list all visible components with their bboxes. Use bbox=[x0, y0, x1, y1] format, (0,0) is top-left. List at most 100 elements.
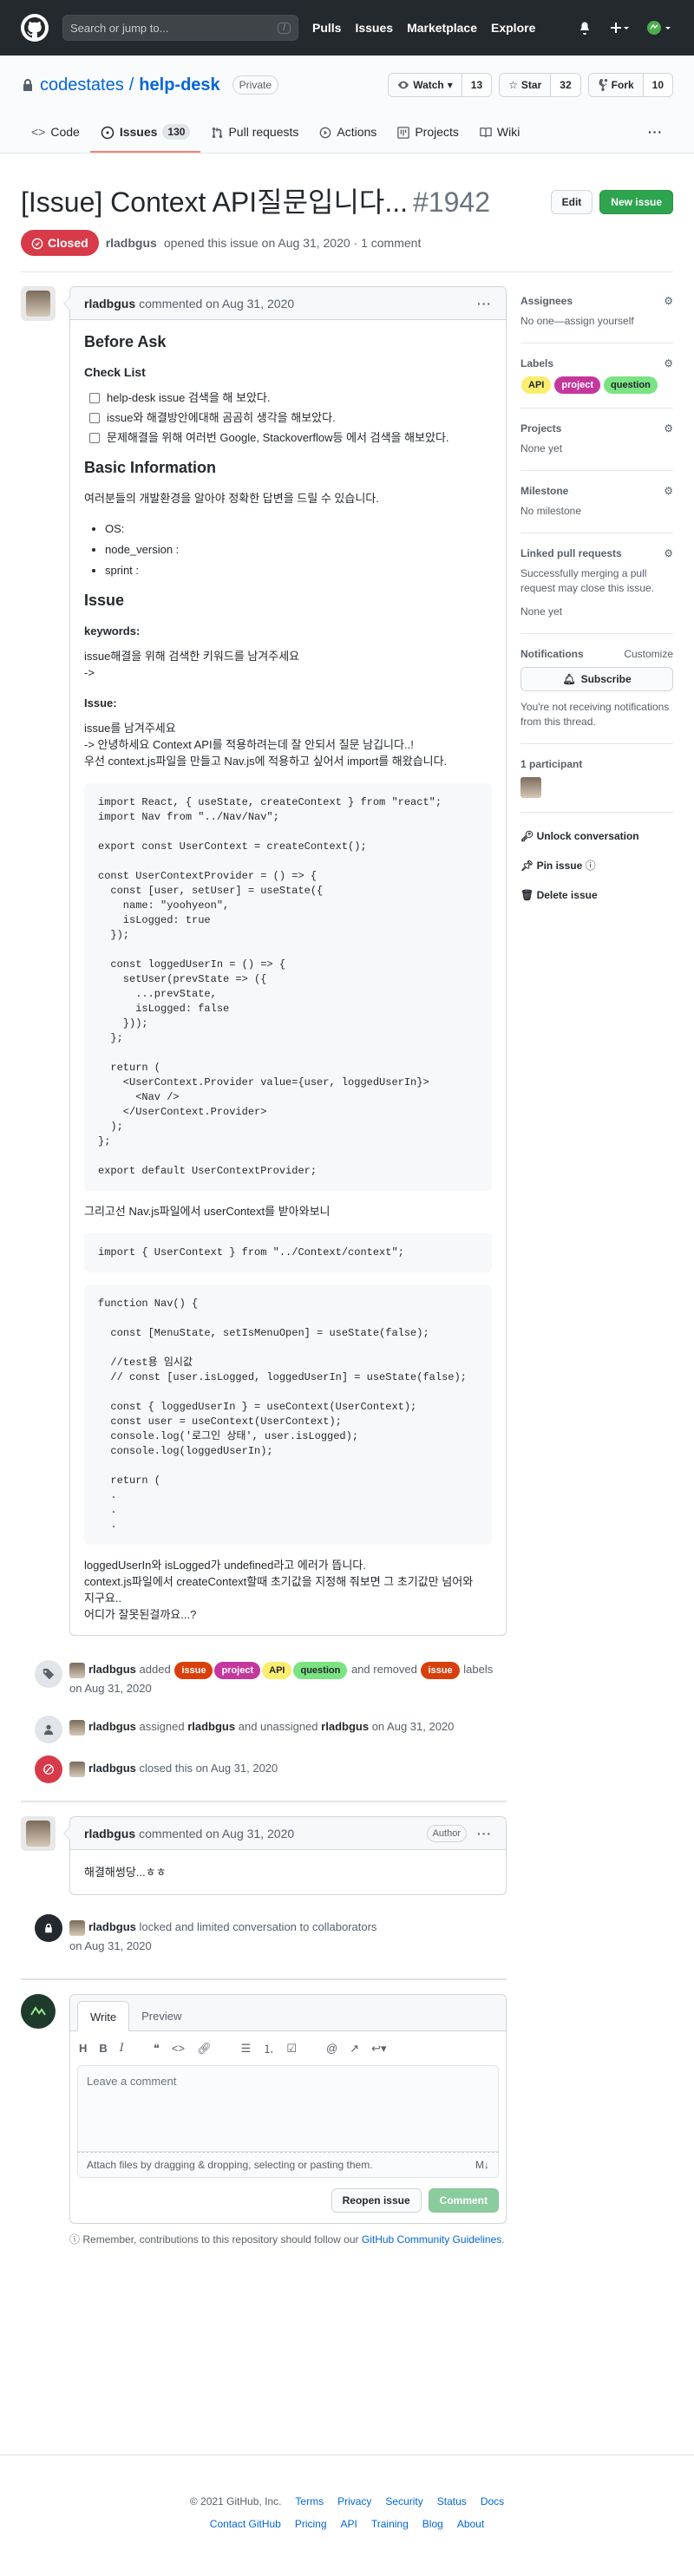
watch-button[interactable]: Watch ▾ bbox=[389, 74, 462, 96]
more-menu-icon[interactable]: ··· bbox=[638, 113, 673, 153]
nav-issues[interactable]: Issues bbox=[355, 21, 393, 35]
info-icon[interactable]: ⓘ bbox=[586, 860, 596, 872]
task-checkbox[interactable] bbox=[89, 392, 100, 403]
fork-button[interactable]: Fork bbox=[588, 74, 644, 96]
comment-date[interactable]: commented on Aug 31, 2020 bbox=[139, 1827, 294, 1840]
tab-preview[interactable]: Preview bbox=[129, 2001, 193, 2030]
tab-write[interactable]: Write bbox=[77, 2001, 130, 2031]
mention-icon[interactable]: @ bbox=[326, 2042, 337, 2055]
footer-link-blog[interactable]: Blog bbox=[422, 2518, 443, 2530]
tab-projects[interactable]: Projects bbox=[387, 113, 469, 153]
saved-replies-icon[interactable]: ↩▾ bbox=[371, 2042, 386, 2056]
comment-options-icon[interactable]: ··· bbox=[477, 297, 492, 311]
gear-icon[interactable]: ⚙ bbox=[664, 485, 673, 497]
task-checkbox[interactable] bbox=[89, 412, 100, 423]
gear-icon[interactable]: ⚙ bbox=[664, 357, 673, 369]
label-question[interactable]: question bbox=[293, 1662, 348, 1679]
gear-icon[interactable]: ⚙ bbox=[664, 295, 673, 307]
unassigned-user[interactable]: rladbgus bbox=[321, 1720, 369, 1733]
footer-link-contact-github[interactable]: Contact GitHub bbox=[210, 2518, 281, 2530]
repo-name-link[interactable]: help-desk bbox=[139, 75, 219, 95]
footer-link-training[interactable]: Training bbox=[371, 2518, 409, 2530]
attach-files-bar[interactable]: Attach files by dragging & dropping, sel… bbox=[77, 2152, 499, 2178]
event-actor[interactable]: rladbgus bbox=[88, 1762, 136, 1775]
pin-issue-button[interactable]: 📌︎ Pin issue ⓘ bbox=[520, 851, 673, 880]
tab-pull-requests[interactable]: Pull requests bbox=[200, 113, 309, 153]
avatar[interactable] bbox=[69, 1719, 85, 1736]
nav-explore[interactable]: Explore bbox=[491, 21, 535, 35]
label-issue[interactable]: issue bbox=[174, 1662, 213, 1679]
delete-issue-button[interactable]: 🗑︎ Delete issue bbox=[520, 880, 673, 910]
star-button[interactable]: ☆ Star bbox=[500, 74, 552, 96]
assigned-user[interactable]: rladbgus bbox=[187, 1720, 235, 1733]
github-logo-icon[interactable] bbox=[21, 14, 49, 42]
footer-link-about[interactable]: About bbox=[457, 2518, 484, 2530]
heading-icon[interactable]: H bbox=[79, 2042, 87, 2055]
bold-icon[interactable]: B bbox=[99, 2042, 107, 2055]
event-actor[interactable]: rladbgus bbox=[88, 1663, 136, 1676]
avatar[interactable] bbox=[69, 1761, 85, 1777]
nav-marketplace[interactable]: Marketplace bbox=[407, 21, 477, 35]
footer-link-terms[interactable]: Terms bbox=[295, 2495, 324, 2507]
avatar[interactable] bbox=[69, 1919, 85, 1936]
event-actor[interactable]: rladbgus bbox=[88, 1720, 136, 1733]
watch-count[interactable]: 13 bbox=[462, 74, 492, 96]
bulleted-list-icon[interactable]: ☰ bbox=[241, 2042, 252, 2056]
comment-author[interactable]: rladbgus bbox=[84, 297, 135, 311]
customize-link[interactable]: Customize bbox=[624, 648, 673, 660]
footer-link-api[interactable]: API bbox=[341, 2518, 357, 2530]
nav-pulls[interactable]: Pulls bbox=[312, 21, 341, 35]
task-list-icon[interactable]: ☑ bbox=[286, 2042, 297, 2056]
cross-reference-icon[interactable]: ↗ bbox=[350, 2042, 359, 2056]
markdown-icon[interactable]: M↓ bbox=[475, 2159, 489, 2171]
community-guidelines-link[interactable]: GitHub Community Guidelines bbox=[362, 2233, 501, 2246]
footer-link-status[interactable]: Status bbox=[437, 2495, 467, 2507]
code-icon[interactable]: <> bbox=[172, 2042, 185, 2055]
quote-icon[interactable]: ❝ bbox=[154, 2042, 160, 2056]
footer-link-privacy[interactable]: Privacy bbox=[337, 2495, 371, 2507]
comment-options-icon[interactable]: ··· bbox=[477, 1827, 492, 1840]
numbered-list-icon[interactable]: ⒈ bbox=[263, 2040, 274, 2056]
tab-code[interactable]: <> Code bbox=[21, 113, 90, 153]
current-user-avatar[interactable] bbox=[21, 1994, 56, 2029]
unlock-conversation-button[interactable]: 🔑︎ Unlock conversation bbox=[520, 821, 673, 851]
tab-actions[interactable]: Actions bbox=[309, 113, 387, 153]
star-count[interactable]: 32 bbox=[551, 74, 580, 96]
gear-icon[interactable]: ⚙ bbox=[664, 547, 673, 559]
avatar[interactable] bbox=[69, 1662, 85, 1678]
comment-author[interactable]: rladbgus bbox=[84, 1827, 135, 1840]
create-new-plus-icon[interactable] bbox=[609, 21, 630, 36]
link-icon[interactable]: 🔗︎ bbox=[197, 2042, 212, 2056]
italic-icon[interactable]: I bbox=[120, 2042, 124, 2055]
comment-textarea[interactable]: Leave a comment bbox=[77, 2065, 499, 2152]
avatar[interactable] bbox=[21, 1816, 56, 1851]
footer-link-security[interactable]: Security bbox=[385, 2495, 422, 2507]
participant-avatar[interactable] bbox=[520, 777, 541, 798]
reopen-issue-button[interactable]: Reopen issue bbox=[331, 2188, 422, 2213]
fork-count[interactable]: 10 bbox=[643, 74, 672, 96]
gear-icon[interactable]: ⚙ bbox=[664, 422, 673, 435]
comment-date[interactable]: commented on Aug 31, 2020 bbox=[139, 297, 294, 311]
new-issue-button[interactable]: New issue bbox=[599, 190, 673, 214]
comment-button[interactable]: Comment bbox=[428, 2188, 499, 2213]
footer-link-docs[interactable]: Docs bbox=[481, 2495, 504, 2507]
user-avatar-menu[interactable] bbox=[647, 21, 673, 36]
notification-bell-icon[interactable] bbox=[578, 21, 592, 36]
footer-link-pricing[interactable]: Pricing bbox=[295, 2518, 327, 2530]
avatar[interactable] bbox=[21, 286, 56, 321]
label-question[interactable]: question bbox=[604, 376, 658, 394]
edit-title-button[interactable]: Edit bbox=[550, 190, 593, 214]
assign-yourself-link[interactable]: No one—assign yourself bbox=[520, 314, 673, 329]
task-checkbox[interactable] bbox=[89, 432, 100, 443]
label-api[interactable]: API bbox=[262, 1662, 292, 1679]
label-api[interactable]: API bbox=[521, 376, 552, 394]
event-actor[interactable]: rladbgus bbox=[88, 1920, 136, 1933]
label-issue[interactable]: issue bbox=[421, 1662, 460, 1679]
issue-author-link[interactable]: rladbgus bbox=[106, 236, 157, 250]
label-project[interactable]: project bbox=[554, 376, 601, 394]
label-project[interactable]: project bbox=[214, 1662, 261, 1679]
search-input[interactable]: Search or jump to... / bbox=[62, 15, 298, 41]
repo-owner-link[interactable]: codestates bbox=[40, 75, 124, 95]
subscribe-button[interactable]: 🔔︎ Subscribe bbox=[520, 667, 673, 691]
tab-issues[interactable]: Issues 130 bbox=[89, 113, 201, 153]
